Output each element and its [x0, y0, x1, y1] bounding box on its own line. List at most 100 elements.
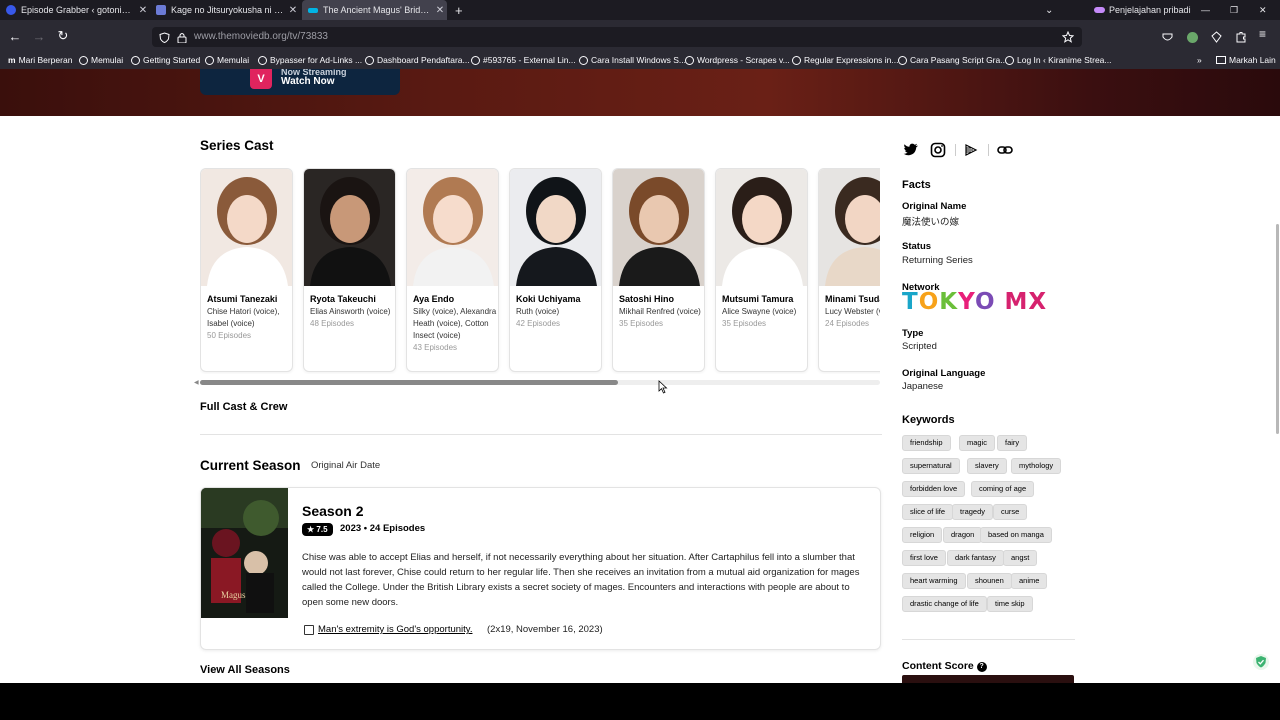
cast-name[interactable]: Koki Uchiyama	[516, 293, 600, 305]
keyword-tag[interactable]: slice of life	[902, 504, 954, 520]
content-score-bar	[902, 675, 1074, 683]
bookmark-item[interactable]: Cara Pasang Script Gra...	[898, 55, 1007, 65]
tab-episode-grabber[interactable]: Episode Grabber ‹ gotonime — ✕	[0, 0, 150, 20]
bookmark-item[interactable]: m Mari Berperan	[8, 55, 72, 65]
cast-scroller[interactable]: Atsumi Tanezaki Chise Hatori (voice), Isa…	[200, 168, 880, 374]
bookmarks-overflow-chevron-icon[interactable]: »	[1197, 55, 1202, 65]
bookmark-item[interactable]: Bypasser for Ad-Links ...	[258, 55, 362, 65]
url-text[interactable]: www.themoviedb.org/tv/73833	[194, 31, 328, 42]
shield-extension-icon[interactable]	[1253, 654, 1269, 670]
cast-name[interactable]: Atsumi Tanezaki	[207, 293, 291, 305]
puzzle-extensions-icon[interactable]	[1235, 31, 1247, 43]
keyword-tag[interactable]: drastic change of life	[902, 596, 987, 612]
pocket-icon[interactable]	[1162, 32, 1173, 43]
tab-list-chevron-icon[interactable]: ⌄	[1045, 0, 1053, 20]
keyword-tag[interactable]: magic	[959, 435, 996, 451]
keyword-tag[interactable]: shounen	[967, 573, 1012, 589]
bookmark-item[interactable]: Dashboard Pendaftara...	[365, 55, 470, 65]
cast-name[interactable]: Aya Endo	[413, 293, 497, 305]
watch-now-label[interactable]: Watch Now	[281, 76, 335, 87]
bookmark-star-icon[interactable]	[1062, 31, 1074, 43]
cast-name[interactable]: Mutsumi Tamura	[722, 293, 806, 305]
tracking-shield-icon[interactable]	[159, 32, 170, 43]
profile-icon[interactable]	[1187, 32, 1198, 43]
reload-button[interactable]: ↻	[55, 28, 71, 44]
instagram-icon[interactable]	[930, 142, 946, 158]
view-all-seasons-link[interactable]: View All Seasons	[200, 664, 290, 676]
keyword-tag[interactable]: forbidden love	[902, 481, 966, 497]
help-icon[interactable]: ?	[976, 662, 987, 672]
keyword-tag[interactable]: slavery	[967, 458, 1007, 474]
bookmark-item[interactable]: Wordpress - Scrapes v...	[685, 55, 790, 65]
keyword-tag[interactable]: anime	[1011, 573, 1048, 589]
tokyo-mx-logo[interactable]: TOKYO MX	[902, 289, 1047, 315]
keyword-tag[interactable]: first love	[902, 550, 946, 566]
keyword-tag[interactable]: supernatural	[902, 458, 960, 474]
cast-scrollbar-thumb[interactable]	[200, 380, 618, 385]
bookmark-item[interactable]: Log In ‹ Kiranime Strea...	[1005, 55, 1112, 65]
cast-card[interactable]: Atsumi Tanezaki Chise Hatori (voice), Isa…	[200, 168, 293, 372]
bookmark-item[interactable]: Memulai	[79, 55, 123, 65]
twitter-icon[interactable]	[903, 142, 919, 158]
bookmark-item[interactable]: Cara Install Windows S...	[579, 55, 686, 65]
back-button[interactable]: ←	[7, 28, 23, 44]
cast-card[interactable]: Satoshi Hino Mikhail Renfred (voice) 35 Ep…	[612, 168, 705, 372]
cast-card[interactable]: Mutsumi Tamura Alice Swayne (voice) 35 Epi…	[715, 168, 808, 372]
cast-photo[interactable]	[201, 169, 293, 286]
keyword-tag[interactable]: based on manga	[980, 527, 1052, 543]
keyword-tag[interactable]: heart warming	[902, 573, 966, 589]
justwatch-icon[interactable]	[963, 142, 979, 158]
keyword-tag[interactable]: curse	[993, 504, 1028, 520]
cast-card[interactable]: Ryota Takeuchi Elias Ainsworth (voice) 48 …	[303, 168, 396, 372]
close-window-button[interactable]: ✕	[1259, 0, 1267, 20]
original-air-date-label[interactable]: Original Air Date	[311, 460, 380, 471]
keyword-tag[interactable]: dark fantasy	[947, 550, 1004, 566]
keyword-tag[interactable]: friendship	[902, 435, 951, 451]
cast-photo[interactable]	[716, 169, 808, 286]
extension-icon[interactable]	[1211, 31, 1222, 43]
cast-name[interactable]: Satoshi Hino	[619, 293, 703, 305]
close-icon[interactable]: ✕	[286, 5, 300, 16]
keyword-tag[interactable]: angst	[1003, 550, 1038, 566]
keyword-tag[interactable]: fairy	[997, 435, 1028, 451]
bookmark-item[interactable]: Regular Expressions in...	[792, 55, 899, 65]
tab-kage-no-jitsuryokusha[interactable]: Kage no Jitsuryokusha ni Narita ✕	[150, 0, 300, 20]
other-bookmarks[interactable]: Markah Lain	[1216, 55, 1276, 65]
keyword-tag[interactable]: dragon	[943, 527, 983, 543]
cast-photo[interactable]	[407, 169, 499, 286]
cast-name[interactable]: Ryota Takeuchi	[310, 293, 394, 305]
forward-button[interactable]: →	[31, 28, 47, 44]
latest-episode-link[interactable]: Man's extremity is God's opportunity.	[318, 624, 472, 635]
cast-photo[interactable]	[819, 169, 880, 286]
lock-icon[interactable]	[177, 32, 187, 43]
bookmark-item[interactable]: #593765 - External Lin...	[471, 55, 576, 65]
cast-card[interactable]: Koki Uchiyama Ruth (voice) 42 Episodes	[509, 168, 602, 372]
cast-card[interactable]: Aya Endo Silky (voice), Alexandra Heath (…	[406, 168, 499, 372]
cast-photo[interactable]	[613, 169, 705, 286]
keyword-tag[interactable]: tragedy	[952, 504, 994, 520]
close-icon[interactable]: ✕	[433, 5, 447, 16]
cast-name[interactable]: Minami Tsuda	[825, 293, 880, 305]
new-tab-button[interactable]: +	[455, 0, 463, 20]
cast-card[interactable]: Minami Tsuda Lucy Webster (voice) 24 Episo…	[818, 168, 880, 372]
season-title[interactable]: Season 2	[302, 503, 363, 519]
close-icon[interactable]: ✕	[136, 5, 150, 16]
keyword-tag[interactable]: time skip	[987, 596, 1033, 612]
full-cast-crew-link[interactable]: Full Cast & Crew	[200, 401, 287, 413]
season-poster[interactable]: Magus	[201, 488, 288, 618]
scroll-left-arrow-icon[interactable]: ◀	[194, 379, 199, 386]
keyword-tag[interactable]: mythology	[1011, 458, 1062, 474]
bookmark-item[interactable]: Memulai	[205, 55, 249, 65]
bookmark-item[interactable]: Getting Started	[131, 55, 200, 65]
keyword-tag[interactable]: coming of age	[971, 481, 1035, 497]
menu-hamburger-icon[interactable]: ≡	[1259, 27, 1266, 41]
tab-ancient-magus-bride[interactable]: The Ancient Magus' Bride (TV S ✕	[302, 0, 447, 20]
cast-photo[interactable]	[510, 169, 602, 286]
mouse-cursor-icon	[658, 380, 668, 394]
cast-photo[interactable]	[304, 169, 396, 286]
restore-button[interactable]: ❐	[1230, 0, 1238, 20]
homepage-link-icon[interactable]	[997, 142, 1013, 158]
minimize-button[interactable]: —	[1201, 0, 1210, 20]
keyword-tag[interactable]: religion	[902, 527, 943, 543]
page-scrollbar-thumb[interactable]	[1276, 224, 1279, 434]
